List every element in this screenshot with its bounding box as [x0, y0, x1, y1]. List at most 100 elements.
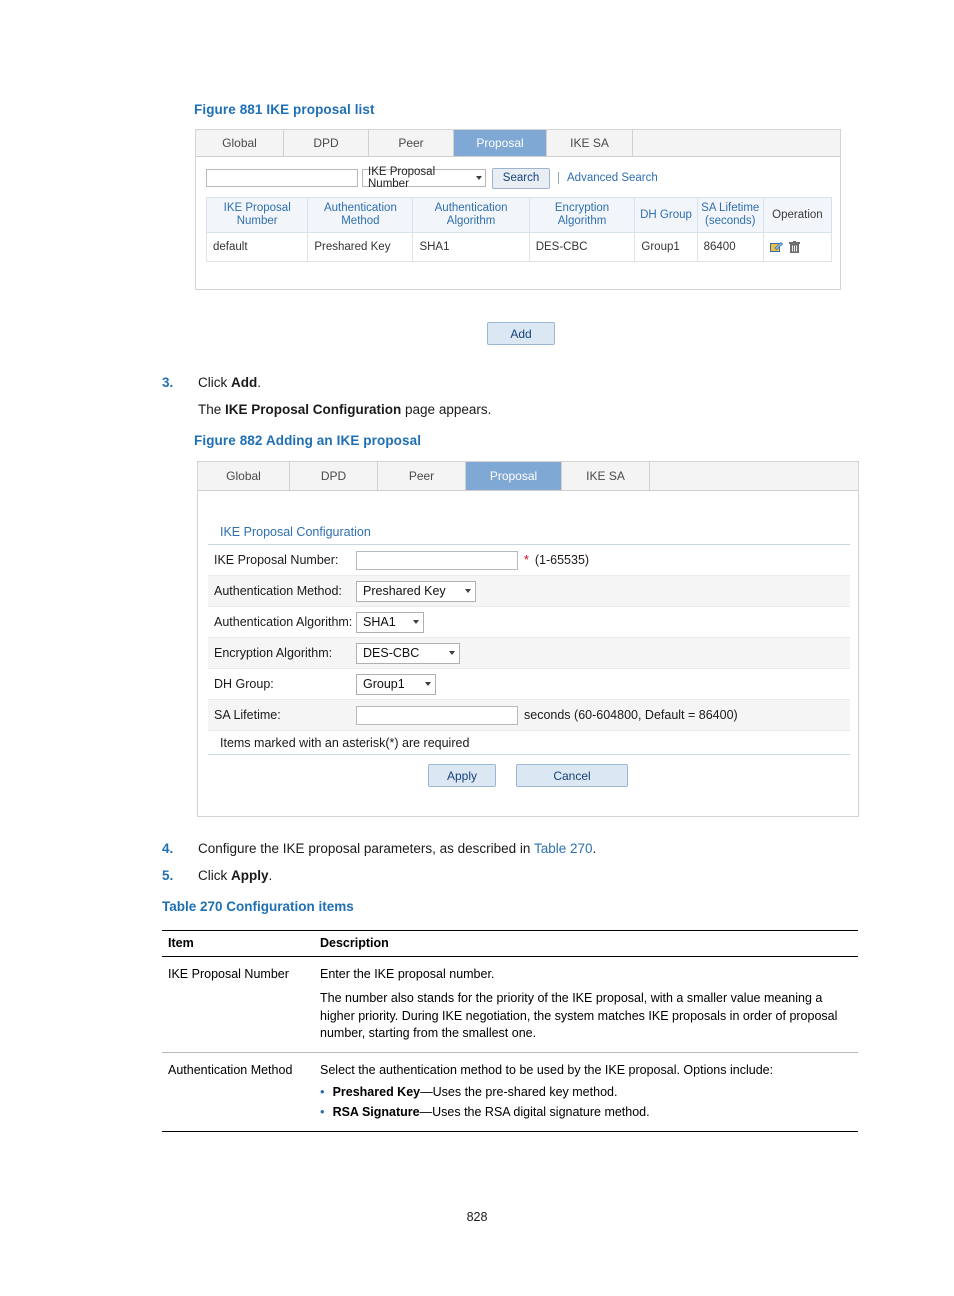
form-title: IKE Proposal Configuration — [208, 515, 850, 545]
add-button[interactable]: Add — [487, 322, 555, 345]
chevron-down-icon — [449, 651, 455, 655]
tab-dpd[interactable]: DPD — [284, 130, 369, 156]
step-5-bold: Apply — [231, 868, 269, 883]
page-number: 828 — [466, 1210, 488, 1224]
chevron-down-icon — [413, 620, 419, 624]
field-ike-proposal-number: IKE Proposal Number: * (1-65535) — [208, 545, 850, 576]
search-field-select[interactable]: IKE Proposal Number — [362, 166, 486, 190]
list-item: • RSA Signature—Uses the RSA digital sig… — [320, 1104, 850, 1121]
step-3-line2: The IKE Proposal Configuration page appe… — [198, 402, 491, 417]
tab-ike-sa[interactable]: IKE SA — [547, 130, 633, 156]
step-5-number: 5. — [162, 868, 174, 883]
tabstrip-filler-882 — [650, 462, 858, 490]
tab-peer-882[interactable]: Peer — [378, 462, 466, 490]
bullet-icon: • — [320, 1103, 325, 1119]
authentication-method-select[interactable]: Preshared Key — [356, 580, 476, 602]
cell-item-authentication-method: Authentication Method — [162, 1052, 314, 1132]
table-row: default Preshared Key SHA1 DES-CBC Group… — [205, 232, 833, 263]
ike-proposal-number-input[interactable] — [356, 550, 518, 570]
cell-item-ike-proposal-number: IKE Proposal Number — [162, 956, 314, 1053]
chevron-down-icon — [476, 176, 482, 180]
value-ike-proposal-number: * (1-65535) — [356, 550, 850, 570]
header-sa-lifetime[interactable]: SA Lifetime (seconds) — [696, 196, 764, 234]
header-encryption-algorithm[interactable]: Encryption Algorithm — [528, 196, 636, 234]
cell-encryption-algorithm: DES-CBC — [528, 232, 636, 263]
delete-icon[interactable] — [788, 240, 800, 254]
value-authentication-method: Preshared Key — [356, 580, 850, 602]
table-270: Item Description IKE Proposal Number Ent… — [162, 930, 858, 1132]
chevron-down-icon — [425, 682, 431, 686]
tab-ike-sa-882[interactable]: IKE SA — [562, 462, 650, 490]
step-4-link[interactable]: Table 270 — [534, 841, 593, 856]
required-asterisk: * — [524, 553, 529, 567]
bullet-bold: Preshared Key — [332, 1085, 421, 1100]
field-encryption-algorithm: Encryption Algorithm: DES-CBC — [208, 638, 850, 669]
bullet-text: Preshared Key—Uses the pre-shared key me… — [333, 1084, 618, 1101]
apply-button[interactable]: Apply — [428, 764, 496, 787]
value-sa-lifetime: seconds (60-604800, Default = 86400) — [356, 705, 850, 725]
cancel-button[interactable]: Cancel — [516, 764, 628, 787]
header-authentication-algorithm[interactable]: Authentication Algorithm — [412, 196, 530, 234]
dh-group-value: Group1 — [363, 677, 405, 691]
table-270-caption: Table 270 Configuration items — [162, 899, 354, 914]
cell-dh-group: Group1 — [634, 232, 698, 263]
tabstrip-882: Global DPD Peer Proposal IKE SA — [198, 462, 858, 491]
step-5-suffix: . — [268, 868, 273, 883]
encryption-algorithm-select[interactable]: DES-CBC — [356, 642, 460, 664]
step-4-text: Configure the IKE proposal parameters, a… — [198, 841, 596, 856]
header-description: Description — [314, 930, 858, 957]
required-note: Items marked with an asterisk(*) are req… — [208, 731, 850, 755]
figure-882-screenshot: Global DPD Peer Proposal IKE SA IKE Prop… — [197, 461, 859, 817]
tab-global-882[interactable]: Global — [198, 462, 290, 490]
cell-operation — [762, 232, 833, 263]
label-ike-proposal-number: IKE Proposal Number: — [214, 552, 339, 567]
tab-peer[interactable]: Peer — [369, 130, 454, 156]
tab-proposal-882[interactable]: Proposal — [466, 462, 562, 490]
step-5-prefix: Click — [198, 868, 231, 883]
proposal-list-table: IKE Proposal Number Authentication Metho… — [205, 196, 833, 263]
encryption-algorithm-value: DES-CBC — [363, 646, 420, 660]
step-3-line2-bold: IKE Proposal Configuration — [225, 402, 402, 417]
authentication-algorithm-select[interactable]: SHA1 — [356, 611, 424, 633]
form-button-row: Apply Cancel — [198, 755, 858, 796]
list-item: • Preshared Key—Uses the pre-shared key … — [320, 1084, 850, 1101]
label-encryption-algorithm: Encryption Algorithm: — [214, 645, 333, 660]
field-dh-group: DH Group: Group1 — [208, 669, 850, 700]
label-authentication-algorithm: Authentication Algorithm: — [214, 614, 353, 629]
tabstrip-filler — [633, 130, 840, 156]
table-270-header-row: Item Description — [162, 930, 858, 957]
search-field-value: IKE Proposal Number — [368, 166, 436, 190]
step-3-line1: Click Add. — [198, 375, 261, 390]
edit-icon[interactable] — [769, 241, 783, 254]
tab-proposal[interactable]: Proposal — [454, 130, 547, 156]
desc-line: The number also stands for the priority … — [320, 991, 838, 1040]
label-dh-group: DH Group: — [214, 676, 274, 691]
table-header-row: IKE Proposal Number Authentication Metho… — [205, 196, 833, 234]
bullet-rest: —Uses the pre-shared key method. — [420, 1085, 618, 1100]
figure-881-screenshot: Global DPD Peer Proposal IKE SA IKE Prop… — [195, 129, 841, 290]
hint-sa-lifetime: seconds (60-604800, Default = 86400) — [524, 708, 738, 722]
table-row: IKE Proposal Number Enter the IKE propos… — [162, 956, 858, 1053]
header-ike-proposal-number[interactable]: IKE Proposal Number — [205, 196, 309, 234]
search-button[interactable]: Search — [492, 167, 550, 189]
cell-desc-ike-proposal-number: Enter the IKE proposal number. The numbe… — [314, 956, 858, 1053]
search-input[interactable] — [206, 169, 358, 187]
authentication-algorithm-value: SHA1 — [363, 615, 396, 629]
tab-global[interactable]: Global — [196, 130, 284, 156]
field-sa-lifetime: SA Lifetime: seconds (60-604800, Default… — [208, 700, 850, 731]
dh-group-select[interactable]: Group1 — [356, 673, 436, 695]
sa-lifetime-input[interactable] — [356, 705, 518, 725]
tab-dpd-882[interactable]: DPD — [290, 462, 378, 490]
cell-ike-proposal-number: default — [205, 232, 309, 263]
bullet-text: RSA Signature—Uses the RSA digital signa… — [333, 1104, 650, 1121]
step-3-line1-prefix: Click — [198, 375, 231, 390]
search-row-881: IKE Proposal Number Search Advanced Sear… — [196, 165, 840, 191]
header-authentication-method[interactable]: Authentication Method — [307, 196, 414, 234]
field-authentication-algorithm: Authentication Algorithm: SHA1 — [208, 607, 850, 638]
value-dh-group: Group1 — [356, 673, 850, 695]
add-button-wrap: Add — [487, 322, 555, 345]
bullet-rest: —Uses the RSA digital signature method. — [419, 1104, 650, 1119]
desc-line: Enter the IKE proposal number. — [320, 967, 495, 981]
header-dh-group[interactable]: DH Group — [634, 196, 698, 234]
advanced-search-link[interactable]: Advanced Search — [558, 172, 658, 184]
